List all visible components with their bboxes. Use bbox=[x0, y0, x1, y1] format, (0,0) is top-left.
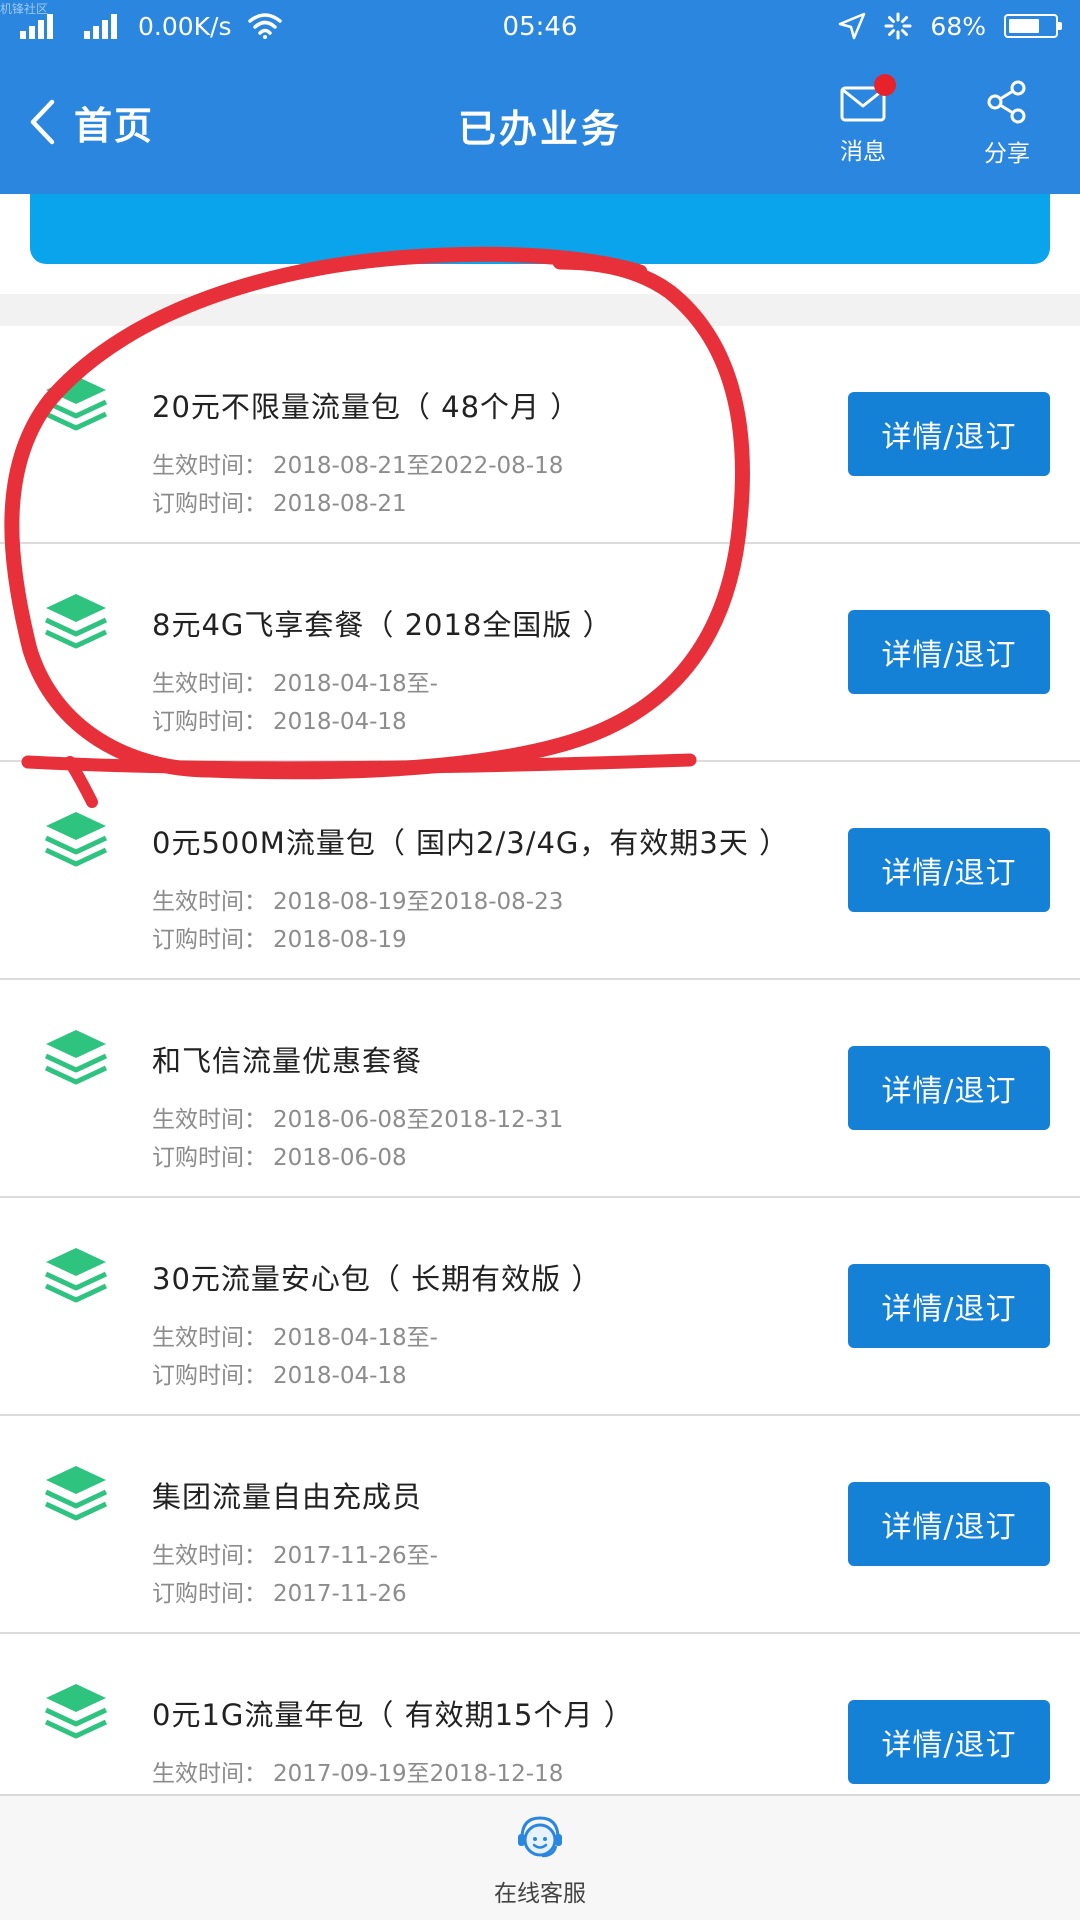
service-item[interactable]: 0元500M流量包（ 国内2/3/4G，有效期3天 ） 生效时间： 2018-08-… bbox=[0, 762, 1080, 980]
effective-time: 生效时间： 2017-11-26至- bbox=[152, 1536, 438, 1570]
effective-time-value: 2018-08-19至2018-08-23 bbox=[273, 889, 564, 915]
battery-icon bbox=[1004, 14, 1062, 38]
details-unsubscribe-button[interactable]: 详情/退订 bbox=[848, 1700, 1050, 1784]
effective-time: 生效时间： 2018-06-08至2018-12-31 bbox=[152, 1100, 563, 1134]
effective-time: 生效时间： 2018-08-21至2022-08-18 bbox=[152, 446, 563, 480]
details-unsubscribe-button[interactable]: 详情/退订 bbox=[848, 392, 1050, 476]
effective-time-label: 生效时间： bbox=[152, 1107, 267, 1133]
service-item[interactable]: 集团流量自由充成员 生效时间： 2017-11-26至- 订购时间： 2017-11-2… bbox=[0, 1416, 1080, 1634]
page-title: 已办业务 bbox=[457, 107, 622, 151]
battery-percent: 68% bbox=[930, 11, 986, 41]
effective-time-value: 2017-09-19至2018-12-18 bbox=[273, 1761, 564, 1787]
status-bar: 机锋社区 0.00K/s 05:46 68% bbox=[0, 0, 1080, 52]
order-time: 订购时间： 2018-08-19 bbox=[152, 920, 407, 954]
details-unsubscribe-button[interactable]: 详情/退订 bbox=[848, 1046, 1050, 1130]
service-title: 20元不限量流量包（ 48个月 ） bbox=[152, 390, 581, 424]
details-unsubscribe-button[interactable]: 详情/退订 bbox=[848, 1482, 1050, 1566]
effective-time-value: 2018-04-18至- bbox=[273, 1325, 438, 1351]
share-label: 分享 bbox=[984, 141, 1030, 167]
effective-time-label: 生效时间： bbox=[152, 1325, 267, 1351]
effective-time-label: 生效时间： bbox=[152, 1761, 267, 1787]
battery-level bbox=[1009, 19, 1039, 33]
effective-time-value: 2018-06-08至2018-12-31 bbox=[273, 1107, 564, 1133]
effective-time-label: 生效时间： bbox=[152, 889, 267, 915]
layers-icon bbox=[40, 368, 112, 440]
service-list: 20元不限量流量包（ 48个月 ）生效时间： 2018-08-21至2022-08… bbox=[0, 326, 1080, 1852]
order-time-label: 订购时间： bbox=[152, 1145, 267, 1171]
customer-service-label: 在线客服 bbox=[494, 1881, 586, 1907]
layers-icon bbox=[40, 804, 112, 876]
layers-icon bbox=[40, 1022, 112, 1094]
service-title: 8元4G飞享套餐（ 2018全国版 ） bbox=[152, 608, 613, 642]
order-time-value: 2018-08-19 bbox=[273, 927, 407, 953]
section-divider bbox=[0, 294, 1080, 326]
details-unsubscribe-button[interactable]: 详情/退订 bbox=[848, 610, 1050, 694]
order-time: 订购时间： 2017-11-26 bbox=[152, 1574, 407, 1608]
order-time-value: 2018-04-18 bbox=[273, 1363, 407, 1389]
effective-time: 生效时间： 2018-04-18至- bbox=[152, 1318, 438, 1352]
service-title: 30元流量安心包（ 长期有效版 ） bbox=[152, 1262, 602, 1296]
order-time: 订购时间： 2018-06-08 bbox=[152, 1138, 407, 1172]
effective-time-label: 生效时间： bbox=[152, 1543, 267, 1569]
screen: 机锋社区 0.00K/s 05:46 68% 首页 已办业务 消息 分享 20元… bbox=[0, 0, 1080, 1920]
loading-spinner-icon bbox=[884, 12, 912, 40]
effective-time: 生效时间： 2017-09-19至2018-12-18 bbox=[152, 1754, 563, 1788]
order-time: 订购时间： 2018-04-18 bbox=[152, 702, 407, 736]
customer-service-icon bbox=[518, 1816, 562, 1858]
layers-icon bbox=[40, 1458, 112, 1530]
order-time-label: 订购时间： bbox=[152, 927, 267, 953]
effective-time-label: 生效时间： bbox=[152, 671, 267, 697]
order-time-label: 订购时间： bbox=[152, 1581, 267, 1607]
order-time-value: 2017-11-26 bbox=[273, 1581, 407, 1607]
layers-icon bbox=[40, 1676, 112, 1748]
app-header: 首页 已办业务 消息 分享 bbox=[0, 52, 1080, 194]
effective-time: 生效时间： 2018-04-18至- bbox=[152, 664, 438, 698]
details-unsubscribe-button[interactable]: 详情/退订 bbox=[848, 828, 1050, 912]
service-title: 0元1G流量年包（ 有效期15个月 ） bbox=[152, 1698, 634, 1732]
order-time: 订购时间： 2018-04-18 bbox=[152, 1356, 407, 1390]
order-time-label: 订购时间： bbox=[152, 709, 267, 735]
order-time-value: 2018-08-21 bbox=[273, 491, 407, 517]
effective-time-value: 2018-04-18至- bbox=[273, 671, 438, 697]
notification-badge bbox=[874, 74, 896, 96]
service-item[interactable]: 和飞信流量优惠套餐 生效时间： 2018-06-08至2018-12-31 订购时间：… bbox=[0, 980, 1080, 1198]
messages-button[interactable]: 消息 bbox=[808, 74, 918, 166]
service-item[interactable]: 20元不限量流量包（ 48个月 ） 生效时间： 2018-08-21至2022-08… bbox=[0, 326, 1080, 544]
layers-icon bbox=[40, 586, 112, 658]
effective-time-value: 2017-11-26至- bbox=[273, 1543, 438, 1569]
banner[interactable] bbox=[30, 194, 1050, 264]
order-time-value: 2018-04-18 bbox=[273, 709, 407, 735]
service-item[interactable]: 30元流量安心包（ 长期有效版 ）生效时间： 2018-04-18至- 订购时间： 2… bbox=[0, 1198, 1080, 1416]
share-icon bbox=[987, 80, 1026, 124]
details-unsubscribe-button[interactable]: 详情/退订 bbox=[848, 1264, 1050, 1348]
service-item[interactable]: 8元4G飞享套餐（ 2018全国版 ）生效时间： 2018-04-18至- 订购时间… bbox=[0, 544, 1080, 762]
share-button[interactable]: 分享 bbox=[952, 76, 1062, 168]
order-time-label: 订购时间： bbox=[152, 1363, 267, 1389]
order-time: 订购时间： 2018-08-21 bbox=[152, 484, 407, 518]
location-arrow-icon bbox=[839, 12, 866, 40]
effective-time-value: 2018-08-21至2022-08-18 bbox=[273, 453, 564, 479]
banner-area bbox=[0, 194, 1080, 294]
effective-time-label: 生效时间： bbox=[152, 453, 267, 479]
effective-time: 生效时间： 2018-08-19至2018-08-23 bbox=[152, 882, 563, 916]
messages-label: 消息 bbox=[840, 139, 886, 165]
layers-icon bbox=[40, 1240, 112, 1312]
service-title: 集团流量自由充成员 bbox=[152, 1480, 423, 1514]
service-title: 和飞信流量优惠套餐 bbox=[152, 1044, 423, 1078]
order-time-label: 订购时间： bbox=[152, 491, 267, 517]
service-title: 0元500M流量包（ 国内2/3/4G，有效期3天 ） bbox=[152, 826, 790, 860]
customer-service-bar[interactable]: 在线客服 bbox=[0, 1794, 1080, 1920]
order-time-value: 2018-06-08 bbox=[273, 1145, 407, 1171]
